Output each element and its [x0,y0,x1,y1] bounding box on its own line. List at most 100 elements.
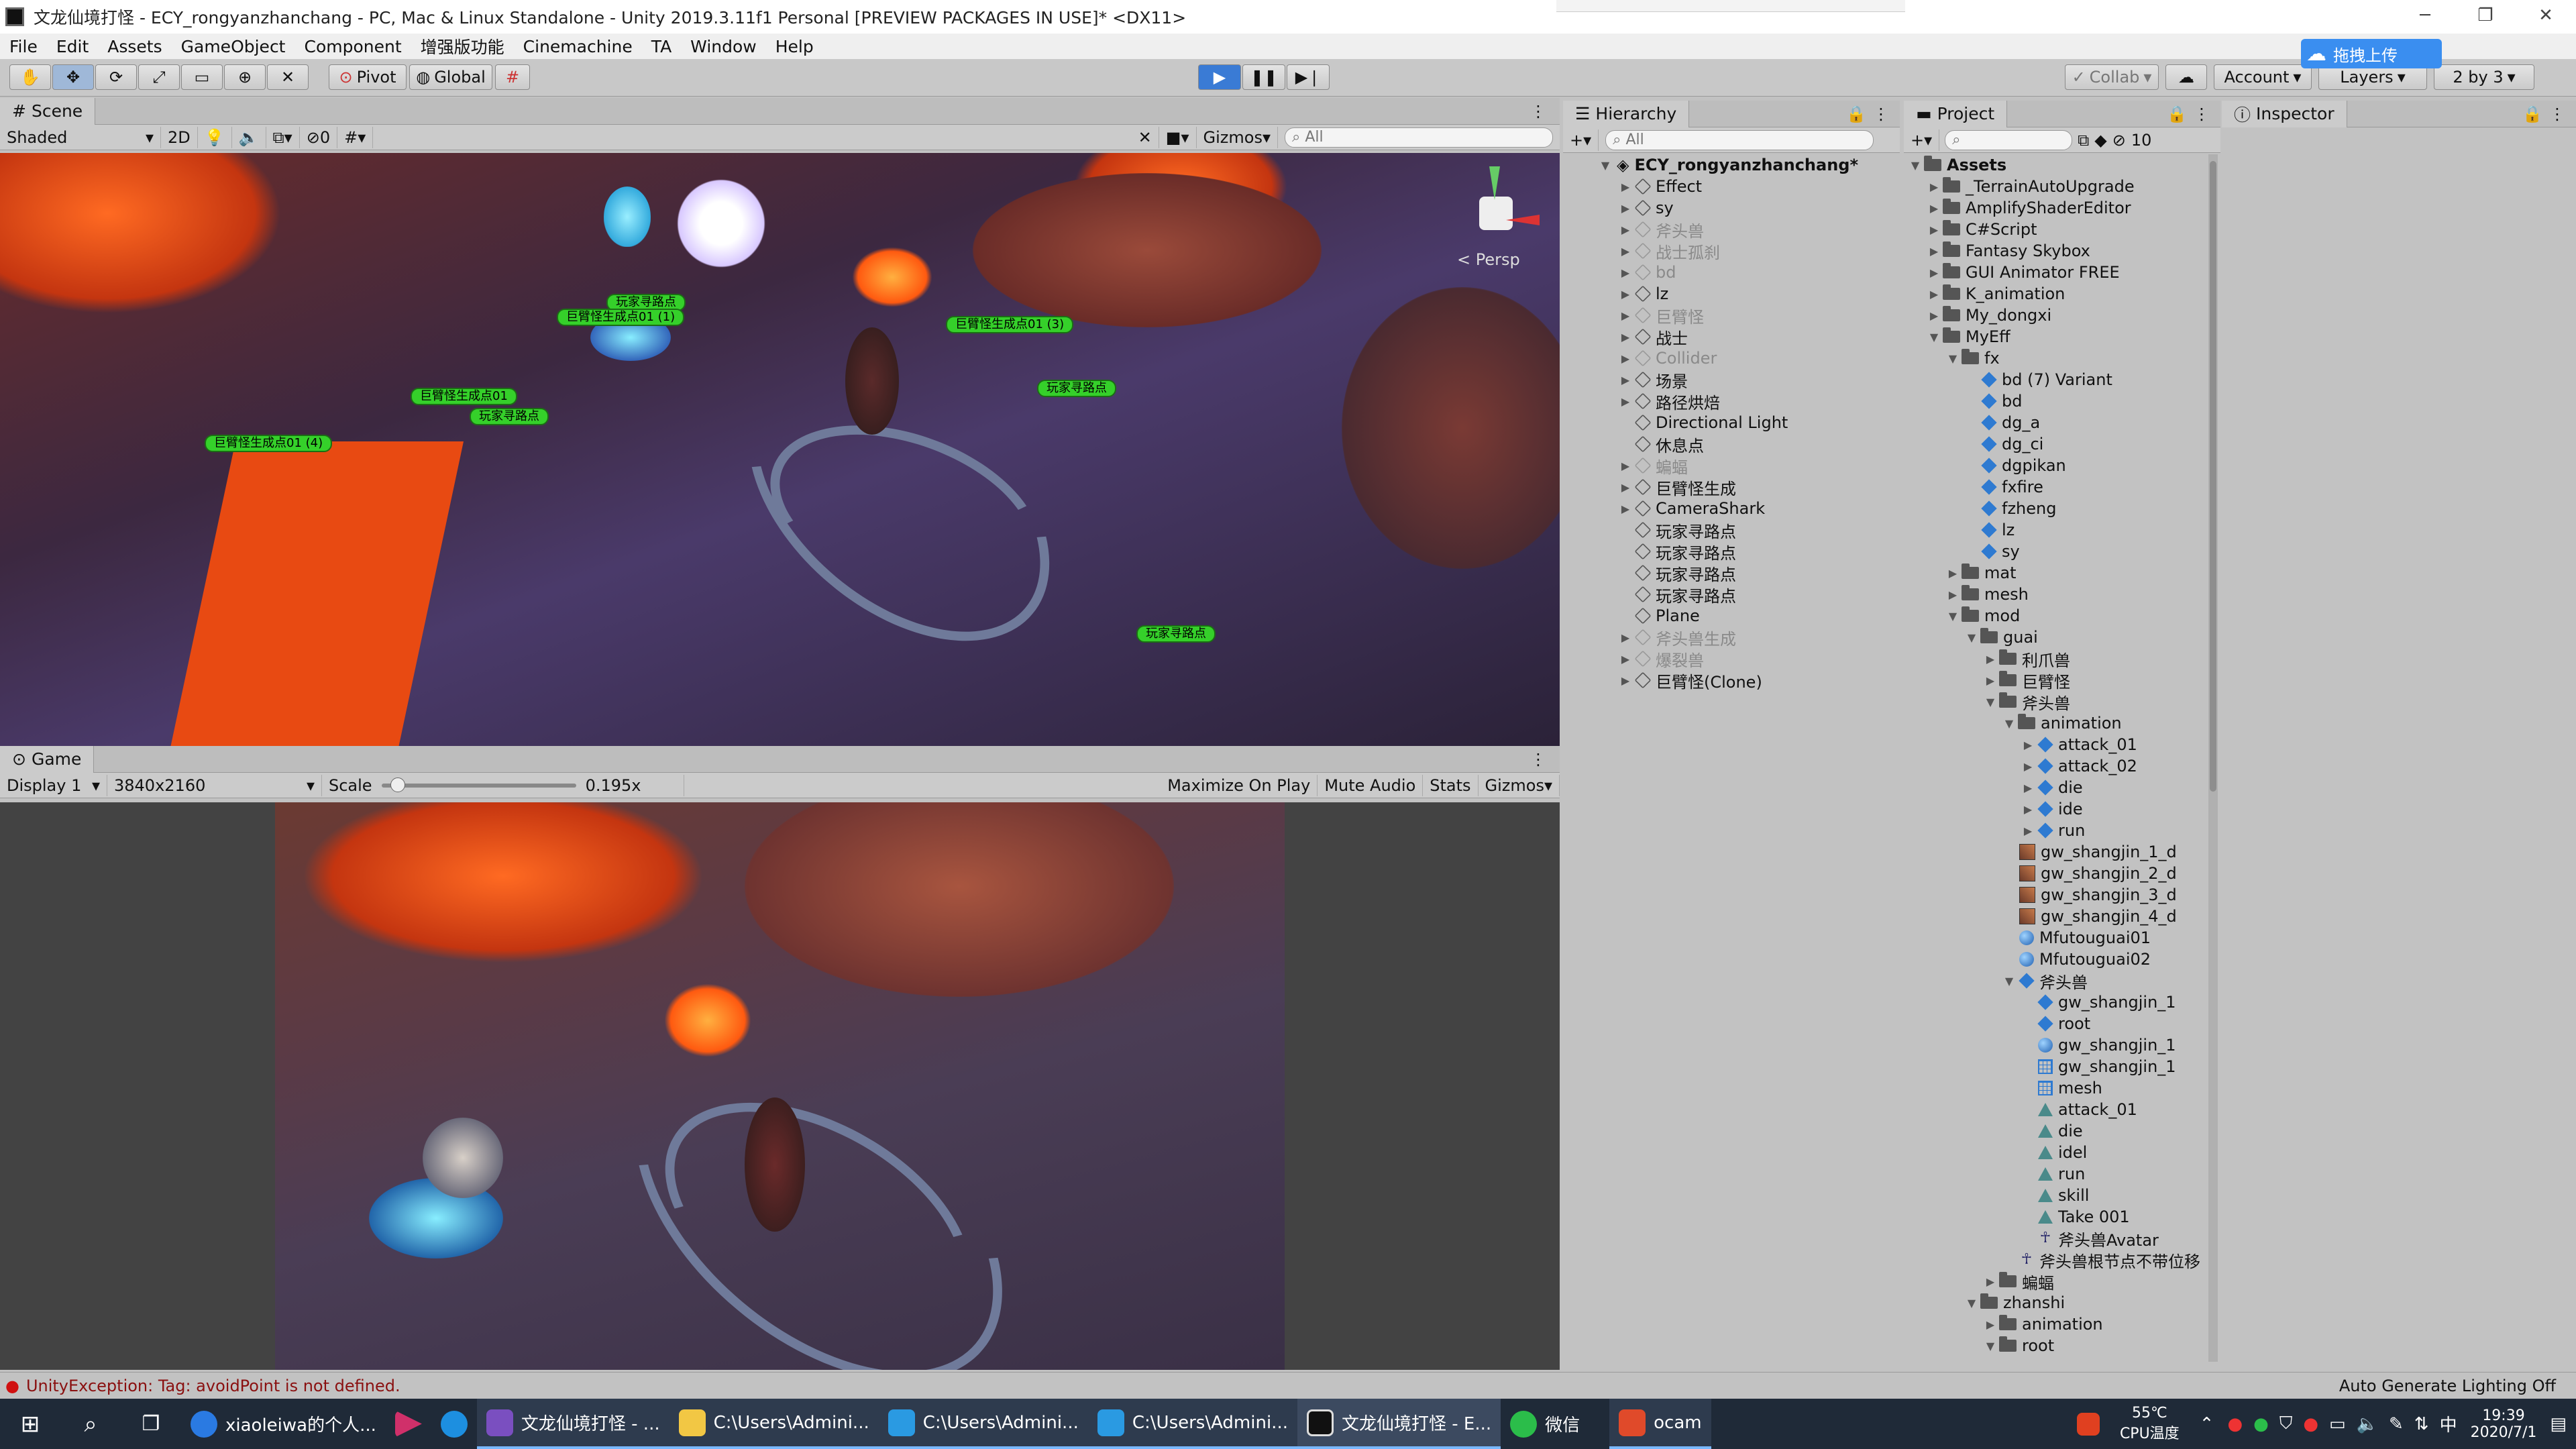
scale-tool-button[interactable]: ⤢ [138,64,180,90]
menu-file[interactable]: File [0,37,47,56]
expand-arrow-icon[interactable]: ▶ [2022,824,2034,837]
notification-tray-icon[interactable]: ● [2303,1414,2318,1434]
project-item[interactable]: root [1904,1013,2220,1034]
display-dropdown[interactable]: Display 1 ▾ [0,774,107,796]
panel-menu-icon[interactable]: ⋮ [1530,102,1546,121]
cloud-button[interactable]: ☁ [2165,64,2207,90]
cpu-temp-widget[interactable]: 55℃ CPU温度 [2120,1405,2180,1443]
project-item[interactable]: Take 001 [1904,1206,2220,1228]
spawn-point-label[interactable]: 巨臂怪生成点01 (3) [946,316,1074,333]
taskbar-app-explorer-2[interactable]: C:\Users\Admini... [878,1399,1088,1449]
camera-dropdown[interactable]: ■▾ [1159,126,1197,148]
project-item[interactable]: ▶ _TerrainAutoUpgrade [1904,176,2220,197]
tab-game[interactable]: ⊙ Game [0,745,95,773]
project-item[interactable]: ▼ 斧头兽 [1904,970,2220,992]
taskbar-app-explorer-3[interactable]: C:\Users\Admini... [1087,1399,1297,1449]
account-dropdown[interactable]: Account ▾ [2214,64,2312,90]
snap-button[interactable]: # [495,64,530,90]
minimize-icon[interactable]: ─ [2395,0,2455,34]
expand-arrow-icon[interactable]: ▶ [1619,502,1631,515]
audio-toggle[interactable]: 🔈 [232,126,266,148]
taskbar-app-arrow[interactable] [386,1399,431,1449]
project-item[interactable]: fzheng [1904,498,2220,519]
tab-inspector[interactable]: ⓘ Inspector [2222,100,2347,127]
wechat-tray-icon[interactable]: ● [2253,1414,2269,1434]
collab-dropdown[interactable]: ✓ Collab ▾ [2065,64,2159,90]
expand-arrow-icon[interactable]: ▶ [1928,202,1940,215]
project-item[interactable]: ▶ ide [1904,798,2220,820]
spawn-point-label[interactable]: 巨臂怪生成点01 (4) [205,435,333,452]
pen-icon[interactable]: ✎ [2389,1414,2404,1434]
hierarchy-item[interactable]: ▶ 战士 [1563,326,1900,348]
project-item[interactable]: ▶ attack_02 [1904,755,2220,777]
hierarchy-item[interactable]: ▶ sy [1563,197,1900,219]
scale-slider[interactable] [381,777,576,792]
tab-scene[interactable]: # Scene [0,97,96,125]
expand-arrow-icon[interactable]: ▶ [1619,288,1631,301]
expand-arrow-icon[interactable]: ▶ [1928,180,1940,193]
show-hidden-icons-icon[interactable]: ⌃ [2200,1414,2214,1434]
project-item[interactable]: die [1904,1120,2220,1142]
project-item[interactable]: ▼ animation [1904,712,2220,734]
expand-arrow-icon[interactable]: ▶ [1947,588,1959,601]
hierarchy-item[interactable]: ▶ CameraShark [1563,498,1900,519]
project-item[interactable]: ▶ die [1904,777,2220,798]
taskbar-app-unity[interactable]: 文龙仙境打怪 - E... [1297,1399,1501,1449]
expand-arrow-icon[interactable]: ▼ [1947,610,1959,623]
project-item[interactable]: ▼ 斧头兽 [1904,691,2220,713]
expand-arrow-icon[interactable]: ▶ [1619,631,1631,644]
expand-arrow-icon[interactable]: ▶ [1928,245,1940,258]
project-item[interactable]: ▶ 蝙蝠 [1904,1271,2220,1293]
project-item[interactable]: ▶ mat [1904,562,2220,584]
pause-button[interactable]: ❚❚ [1242,64,1285,90]
filter-type-icon[interactable]: ⧉ [2078,131,2089,150]
game-render[interactable] [275,802,1285,1370]
assets-root[interactable]: ▼ Assets [1904,154,2220,176]
hierarchy-item[interactable]: ▶ 场景 [1563,369,1900,391]
hierarchy-item[interactable]: ▶ lz [1563,283,1900,305]
move-tool-button[interactable]: ✥ [52,64,94,90]
taskbar-app-ie[interactable] [431,1399,477,1449]
project-item[interactable]: ▶ run [1904,820,2220,841]
expand-arrow-icon[interactable]: ▶ [2022,803,2034,816]
project-item[interactable]: dg_a [1904,412,2220,433]
project-item[interactable]: bd (7) Variant [1904,369,2220,390]
hierarchy-item[interactable]: Plane [1563,605,1900,627]
expand-arrow-icon[interactable]: ▼ [2003,717,2015,730]
step-button[interactable]: ▶❘ [1287,64,1330,90]
project-item[interactable]: ▶ mesh [1904,584,2220,605]
expand-arrow-icon[interactable]: ▼ [2003,975,2015,987]
hand-tool-button[interactable]: ✋ [9,64,51,90]
tab-project[interactable]: ▬ Project [1904,100,2008,127]
expand-arrow-icon[interactable]: ▶ [1619,309,1631,322]
project-item[interactable]: ▼ mod [1904,605,2220,627]
hierarchy-item[interactable]: 休息点 [1563,433,1900,455]
create-asset-dropdown[interactable]: +▾ [1904,129,1940,151]
upload-widget[interactable]: ☁ 拖拽上传 [2301,39,2442,68]
hierarchy-item[interactable]: ▶ Collider [1563,347,1900,369]
project-item[interactable]: ▶ 利爪兽 [1904,648,2220,670]
taskbar-app-browser[interactable]: xiaoleiwa的个人... [181,1399,386,1449]
project-item[interactable]: mesh [1904,1077,2220,1099]
menu-enhanced[interactable]: 增强版功能 [411,34,514,58]
project-item[interactable]: lz [1904,519,2220,541]
effects-toggle[interactable]: ⧉▾ [266,126,300,148]
hierarchy-item[interactable]: ▶ 斧头兽 [1563,219,1900,241]
project-item[interactable]: gw_shangjin_1 [1904,991,2220,1013]
expand-arrow-icon[interactable]: ▶ [1619,352,1631,365]
project-item[interactable]: ▼ root [1904,1335,2220,1356]
expand-arrow-icon[interactable]: ▶ [1619,202,1631,215]
expand-arrow-icon[interactable]: ▶ [1619,460,1631,472]
clock[interactable]: 19:39 2020/7/1 [2471,1407,2537,1441]
project-item[interactable]: gw_shangjin_3_d [1904,884,2220,906]
expand-arrow-icon[interactable]: ▶ [1619,180,1631,193]
project-item[interactable]: gw_shangjin_4_d [1904,906,2220,927]
scene-root[interactable]: ▼ ◈ ECY_rongyanzhanchang* [1563,154,1900,176]
mute-audio-toggle[interactable]: Mute Audio [1318,774,1424,796]
hidden-packages-icon[interactable]: ⊘ [2112,131,2126,150]
hierarchy-item[interactable]: Directional Light [1563,412,1900,433]
project-scrollbar[interactable] [2208,154,2218,1362]
expand-arrow-icon[interactable]: ▶ [1619,674,1631,687]
project-item[interactable]: ▶ AmplifyShaderEditor [1904,197,2220,219]
expand-arrow-icon[interactable]: ▶ [1619,653,1631,665]
